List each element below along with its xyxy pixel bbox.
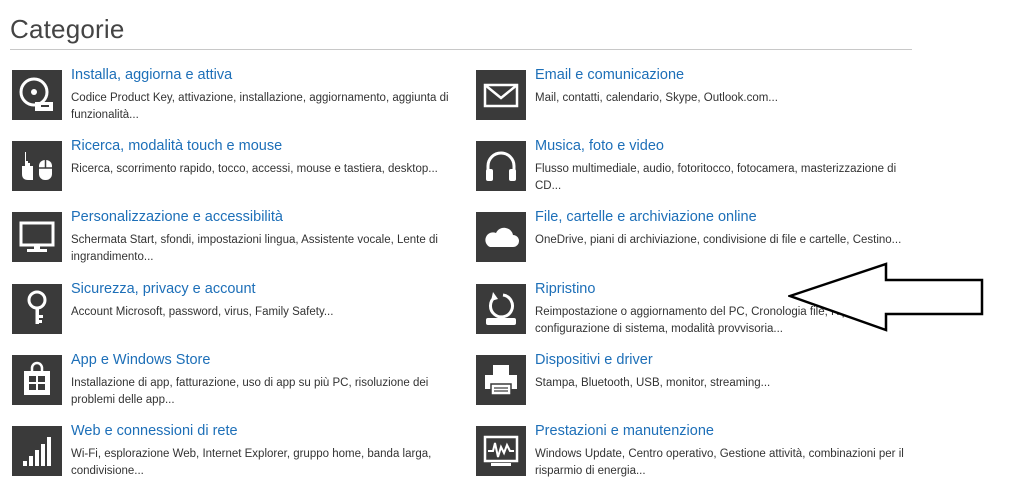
category-description: Account Microsoft, password, virus, Fami… — [71, 306, 334, 318]
category-title[interactable]: Ripristino — [535, 281, 595, 297]
category-description: Flusso multimediale, audio, fotoritocco,… — [535, 163, 897, 192]
category-description: Installazione di app, fatturazione, uso … — [71, 377, 429, 406]
signal-bars-icon — [12, 426, 62, 476]
category-description: OneDrive, piani di archiviazione, condiv… — [535, 234, 902, 246]
performance-monitor-icon — [476, 426, 526, 476]
category-description: Codice Product Key, attivazione, install… — [71, 92, 449, 121]
title-divider — [10, 49, 912, 50]
category-title[interactable]: Personalizzazione e accessibilità — [71, 209, 283, 225]
category-files-cloud[interactable]: File, cartelle e archiviazione online On… — [476, 209, 916, 268]
category-music-photo-video[interactable]: Musica, foto e video Flusso multimediale… — [476, 138, 916, 197]
category-apps-store[interactable]: App e Windows Store Installazione di app… — [12, 352, 452, 411]
category-description: Ricerca, scorrimento rapido, tocco, acce… — [71, 163, 438, 175]
category-title[interactable]: Prestazioni e manutenzione — [535, 423, 714, 439]
envelope-icon — [476, 70, 526, 120]
category-install[interactable]: Installa, aggiorna e attiva Codice Produ… — [12, 67, 452, 126]
restore-icon — [476, 284, 526, 334]
store-bag-icon — [12, 355, 62, 405]
touch-mouse-icon — [12, 141, 62, 191]
headphones-icon — [476, 141, 526, 191]
page-title: Categorie — [10, 14, 125, 44]
category-description: Windows Update, Centro operativo, Gestio… — [535, 448, 904, 477]
category-title[interactable]: Email e comunicazione — [535, 67, 684, 83]
monitor-icon — [12, 212, 62, 262]
printer-icon — [476, 355, 526, 405]
category-devices[interactable]: Dispositivi e driver Stampa, Bluetooth, … — [476, 352, 916, 411]
disc-drive-icon — [12, 70, 62, 120]
category-email[interactable]: Email e comunicazione Mail, contatti, ca… — [476, 67, 916, 126]
category-search-touch[interactable]: Ricerca, modalità touch e mouse Ricerca,… — [12, 138, 452, 197]
category-web-network[interactable]: Web e connessioni di rete Wi-Fi, esplora… — [12, 423, 452, 482]
category-description: Schermata Start, sfondi, impostazioni li… — [71, 234, 438, 263]
key-icon — [12, 284, 62, 334]
category-description: Stampa, Bluetooth, USB, monitor, streami… — [535, 377, 771, 389]
category-title[interactable]: Dispositivi e driver — [535, 352, 653, 368]
category-performance[interactable]: Prestazioni e manutenzione Windows Updat… — [476, 423, 916, 482]
category-title[interactable]: Ricerca, modalità touch e mouse — [71, 138, 282, 154]
category-title[interactable]: Web e connessioni di rete — [71, 423, 238, 439]
category-description: Mail, contatti, calendario, Skype, Outlo… — [535, 92, 778, 104]
category-description: Wi-Fi, esplorazione Web, Internet Explor… — [71, 448, 432, 477]
category-title[interactable]: App e Windows Store — [71, 352, 210, 368]
cloud-icon — [476, 212, 526, 262]
category-title[interactable]: Sicurezza, privacy e account — [71, 281, 256, 297]
category-security[interactable]: Sicurezza, privacy e account Account Mic… — [12, 281, 452, 340]
category-title[interactable]: File, cartelle e archiviazione online — [535, 209, 757, 225]
category-title[interactable]: Musica, foto e video — [535, 138, 664, 154]
annotation-arrow — [788, 262, 984, 332]
category-title[interactable]: Installa, aggiorna e attiva — [71, 67, 232, 83]
category-personalization[interactable]: Personalizzazione e accessibilità Scherm… — [12, 209, 452, 268]
